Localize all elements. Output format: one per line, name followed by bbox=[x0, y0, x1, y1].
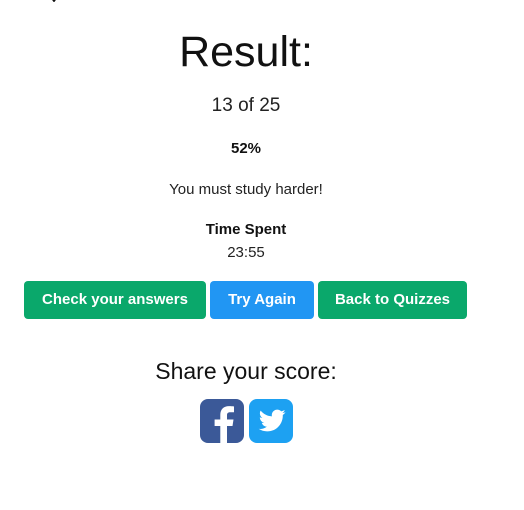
facebook-share-button[interactable] bbox=[200, 399, 244, 443]
score-percent: 52% bbox=[230, 140, 262, 157]
partial-top-glyph bbox=[52, 0, 56, 2]
result-title: Result: bbox=[179, 28, 313, 76]
quiz-result-page: Result: 13 of 25 52% You must study hard… bbox=[0, 0, 524, 510]
twitter-icon bbox=[258, 409, 286, 432]
try-again-button[interactable]: Try Again bbox=[210, 281, 314, 319]
share-score-title: Share your score: bbox=[155, 358, 337, 384]
time-spent-value: 23:55 bbox=[227, 244, 265, 261]
twitter-share-button[interactable] bbox=[249, 399, 293, 443]
facebook-icon bbox=[214, 406, 234, 443]
score-text: 13 of 25 bbox=[211, 95, 281, 116]
back-to-quizzes-button[interactable]: Back to Quizzes bbox=[318, 281, 467, 319]
check-answers-button[interactable]: Check your answers bbox=[24, 281, 206, 319]
result-message: You must study harder! bbox=[169, 181, 323, 198]
time-spent-label: Time Spent bbox=[205, 221, 287, 238]
